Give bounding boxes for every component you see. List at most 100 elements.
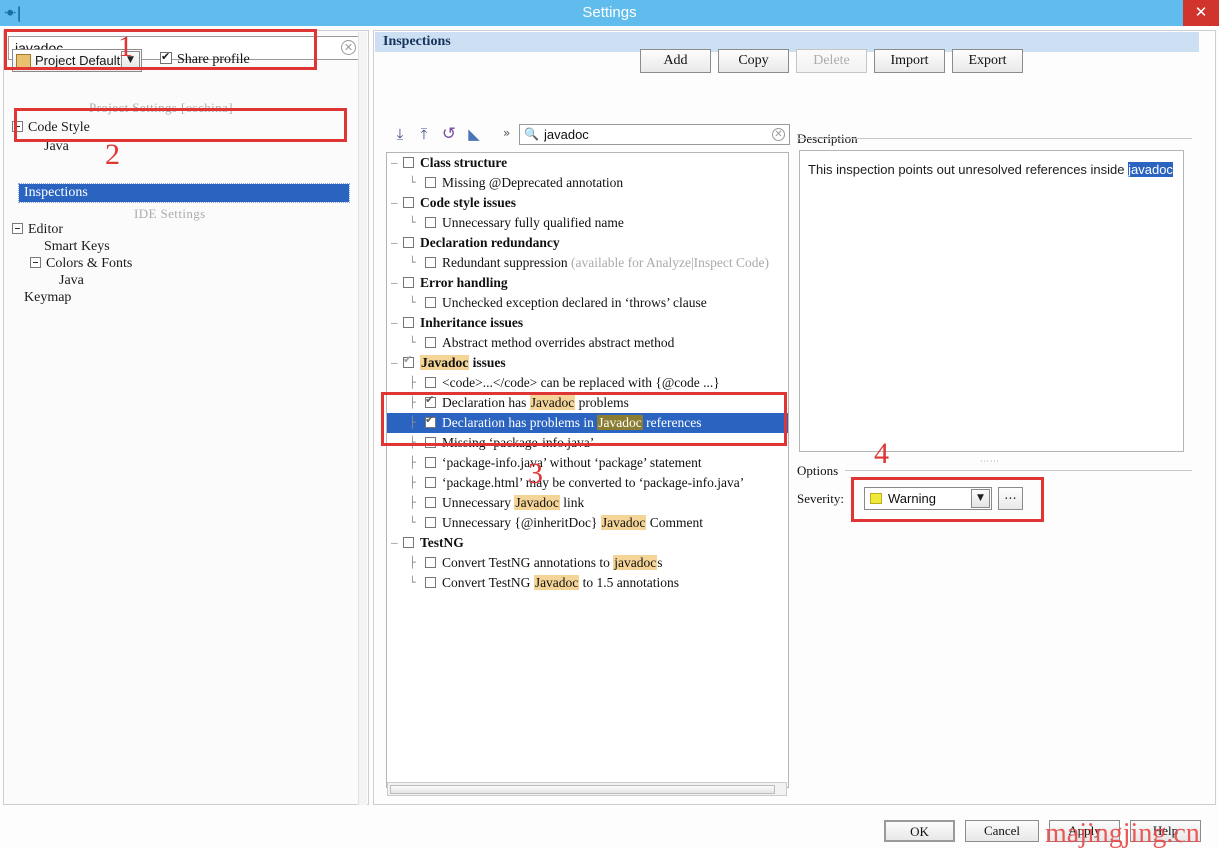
inspection-checkbox[interactable] [425, 297, 436, 308]
inspection-checkbox[interactable] [425, 557, 436, 568]
inspection-filter-input[interactable] [542, 126, 767, 143]
settings-navigation-panel: ✕ Project Settings [oschina] Code Style … [3, 30, 369, 805]
inspection-label: Unnecessary fully qualified name [442, 215, 624, 230]
inspection-checkbox[interactable] [425, 517, 436, 528]
inspection-row[interactable]: └ Abstract method overrides abstract meth… [387, 333, 788, 353]
inspection-checkbox[interactable] [425, 177, 436, 188]
export-button[interactable]: Export [952, 49, 1023, 73]
close-icon[interactable]: ✕ [1183, 0, 1219, 26]
cancel-button[interactable]: Cancel [965, 820, 1039, 842]
chevron-right-icon[interactable]: » [503, 126, 510, 140]
inspection-label: Code style issues [420, 195, 517, 210]
inspections-tree[interactable]: – Class structure └ Missing @Deprecated ann… [386, 152, 789, 788]
inspection-row[interactable]: – Code style issues [387, 193, 788, 213]
severity-more-button[interactable]: ... [998, 487, 1023, 510]
inspection-row[interactable]: – Class structure [387, 153, 788, 173]
tree-item-code-style[interactable]: Code Style [12, 119, 90, 137]
copy-button[interactable]: Copy [718, 49, 789, 73]
inspection-row[interactable]: – TestNG [387, 533, 788, 553]
tree-item-smart-keys[interactable]: Smart Keys [44, 238, 110, 256]
ok-button[interactable]: OK [884, 820, 955, 842]
tree-item-java-codestyle[interactable]: Java [44, 138, 69, 156]
inspection-checkbox[interactable] [425, 457, 436, 468]
tree-item-inspections[interactable]: Inspections [18, 183, 350, 203]
clear-filter-icon[interactable]: ✕ [772, 128, 785, 141]
severity-combobox[interactable]: Warning ▼ [864, 487, 992, 510]
collapse-expander-icon[interactable] [30, 257, 41, 268]
tree-item-keymap[interactable]: Keymap [24, 289, 71, 307]
options-label: Options [797, 463, 845, 478]
chevron-down-icon[interactable]: ▼ [121, 51, 140, 70]
inspection-checkbox[interactable] [425, 393, 436, 408]
clear-search-icon[interactable]: ✕ [341, 40, 356, 55]
inspection-row[interactable]: ├ <code>...</code> can be replaced with {… [387, 373, 788, 393]
tree-guide-icon: ├ [409, 496, 416, 509]
description-text: This inspection points out unresolved re… [808, 161, 1176, 178]
inspection-row[interactable]: ├ ‘package.html’ may be converted to ‘pac… [387, 473, 788, 493]
inspection-row[interactable]: └ Unnecessary {@inheritDoc} Javadoc Comme… [387, 513, 788, 533]
inspection-checkbox[interactable] [425, 337, 436, 348]
inspection-checkbox[interactable] [425, 477, 436, 488]
inspection-checkbox[interactable] [403, 353, 414, 368]
inspection-row[interactable]: └ Missing @Deprecated annotation [387, 173, 788, 193]
severity-color-swatch [870, 493, 882, 504]
inspection-row[interactable]: ├ Convert TestNG annotations to javadocs [387, 553, 788, 573]
inspection-checkbox[interactable] [425, 497, 436, 508]
tree-guide-icon: ├ [409, 456, 416, 469]
inspection-row[interactable]: – Declaration redundancy [387, 233, 788, 253]
inspection-row[interactable]: └ Unnecessary fully qualified name [387, 213, 788, 233]
inspections-horizontal-scrollbar[interactable] [387, 782, 787, 796]
collapse-expander-icon[interactable] [12, 223, 23, 234]
inspection-checkbox[interactable] [425, 413, 436, 428]
inspection-label-suffix: (available for Analyze|Inspect Code) [567, 255, 769, 270]
inspection-checkbox[interactable] [403, 197, 414, 208]
checkbox-icon[interactable] [160, 50, 172, 64]
inspection-checkbox[interactable] [403, 537, 414, 548]
inspection-label: Convert TestNG Javadoc to 1.5 annotation… [442, 575, 680, 590]
tree-guide-icon: └ [409, 256, 416, 269]
watermark: majingjing.cn [1045, 818, 1200, 848]
collapse-expander-icon[interactable] [12, 121, 23, 132]
inspection-checkbox[interactable] [425, 257, 436, 268]
inspection-row[interactable]: ├ Declaration has problems in Javadoc ref… [387, 413, 788, 433]
inspection-row[interactable]: ├ Missing ‘package-info.java’ [387, 433, 788, 453]
inspection-row[interactable]: └ Convert TestNG Javadoc to 1.5 annotatio… [387, 573, 788, 593]
inspection-row[interactable]: ├ ‘package-info.java’ without ‘package’ s… [387, 453, 788, 473]
import-button[interactable]: Import [874, 49, 945, 73]
inspection-checkbox[interactable] [425, 377, 436, 388]
profile-combobox[interactable]: Project Default ▼ [12, 49, 142, 72]
expand-all-icon[interactable]: ⤓ [390, 124, 410, 144]
tree-guide-icon: – [391, 356, 398, 369]
inspection-checkbox[interactable] [425, 577, 436, 588]
tree-item-editor[interactable]: Editor [12, 221, 63, 239]
inspection-checkbox[interactable] [425, 217, 436, 228]
tree-guide-icon: └ [409, 296, 416, 309]
inspection-checkbox[interactable] [403, 157, 414, 168]
inspection-row[interactable]: ├ Unnecessary Javadoc link [387, 493, 788, 513]
chevron-down-icon[interactable]: ▼ [971, 489, 990, 508]
eraser-icon[interactable]: ◣ [464, 124, 484, 144]
resize-grip-icon[interactable]: ⋯⋯ [980, 457, 1002, 467]
inspection-row[interactable]: └ Unchecked exception declared in ‘throws… [387, 293, 788, 313]
reset-icon[interactable]: ↺ [439, 124, 459, 144]
share-profile-checkbox[interactable]: Share profile [160, 50, 250, 70]
inspection-checkbox[interactable] [403, 237, 414, 248]
inspection-checkbox[interactable] [403, 317, 414, 328]
tree-guide-icon: – [391, 536, 398, 549]
inspection-row[interactable]: └ Redundant suppression (available for An… [387, 253, 788, 273]
inspection-row[interactable]: – Javadoc issues [387, 353, 788, 373]
collapse-all-icon[interactable]: ⤒ [414, 124, 434, 144]
tree-item-java-colors[interactable]: Java [59, 272, 84, 290]
add-button[interactable]: Add [640, 49, 711, 73]
inspection-row[interactable]: – Error handling [387, 273, 788, 293]
inspection-filter-box[interactable]: 🔍 ✕ [519, 124, 790, 145]
tree-guide-icon: – [391, 196, 398, 209]
inspection-checkbox[interactable] [425, 437, 436, 448]
scrollbar-thumb[interactable] [390, 785, 775, 794]
search-match-highlight: Javadoc [597, 415, 643, 430]
tree-item-colors-and-fonts[interactable]: Colors & Fonts [30, 255, 132, 273]
inspection-row[interactable]: – Inheritance issues [387, 313, 788, 333]
inspection-checkbox[interactable] [403, 277, 414, 288]
description-box: This inspection points out unresolved re… [799, 150, 1184, 452]
inspection-row[interactable]: ├ Declaration has Javadoc problems [387, 393, 788, 413]
